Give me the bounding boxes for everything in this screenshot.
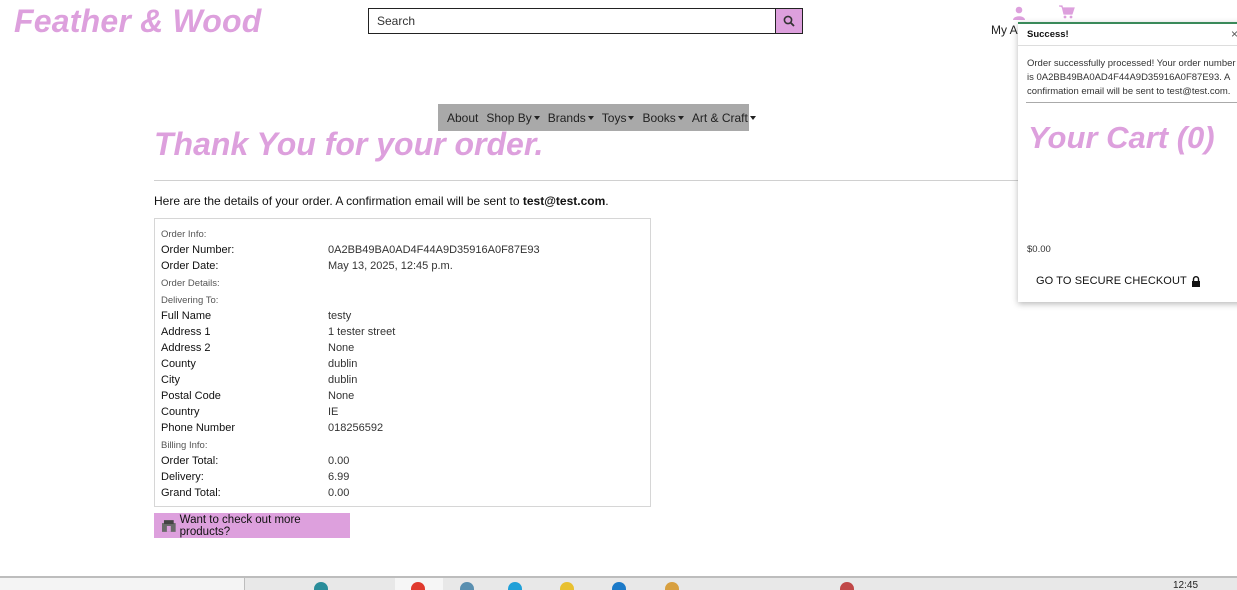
nav-item-brands[interactable]: Brands <box>544 111 598 125</box>
chevron-down-icon <box>587 115 594 120</box>
nav-label: About <box>447 110 479 125</box>
toast-message: Order successfully processed! Your order… <box>1027 58 1236 97</box>
toast-title: Success! <box>1027 29 1069 40</box>
row-label: Grand Total: <box>161 487 221 499</box>
row-value: dublin <box>328 374 358 386</box>
success-toast: Success! × Order successfully processed!… <box>1018 22 1237 302</box>
row-label: Order Total: <box>161 455 219 467</box>
nav-label: Toys <box>601 110 627 125</box>
order-number-value: 0A2BB49BA0AD4F44A9D35916A0F87E93 <box>328 244 540 256</box>
row-value: 0.00 <box>328 455 350 467</box>
row-label: County <box>161 358 196 370</box>
row-label: Address 1 <box>161 326 211 338</box>
row-value: IE <box>328 406 339 418</box>
chevron-down-icon <box>677 115 684 120</box>
nav-label: Art & Craft <box>691 110 748 125</box>
chevron-down-icon <box>533 115 540 120</box>
brand-logo[interactable]: Feather & Wood <box>14 3 262 40</box>
row-label: Order Date: <box>161 260 219 272</box>
app-icon[interactable] <box>612 582 626 590</box>
secure-checkout-button[interactable]: GO TO SECURE CHECKOUT <box>1036 275 1201 287</box>
intro-message: Here are the details of your order. A co… <box>154 194 523 208</box>
row-value: 018256592 <box>328 422 384 434</box>
search-bar <box>368 8 803 34</box>
chevron-down-icon <box>628 115 635 120</box>
nav-item-books[interactable]: Books <box>638 111 687 125</box>
order-details-table: Order Info: Order Number: 0A2BB49BA0AD4F… <box>154 218 651 507</box>
close-icon[interactable]: × <box>1231 27 1237 41</box>
cart-title: Your Cart (0) <box>1028 120 1215 155</box>
section-billing-info: Billing Info: <box>161 440 208 451</box>
os-taskbar: 12:45 <box>0 576 1237 590</box>
row-label: Country <box>161 406 200 418</box>
nav-item-toys[interactable]: Toys <box>598 111 639 125</box>
app-icon[interactable] <box>840 582 854 590</box>
search-button[interactable] <box>775 8 803 34</box>
nav-item-about[interactable]: About <box>443 111 482 125</box>
intro-email: test@test.com <box>522 194 606 208</box>
row-value: None <box>328 390 355 402</box>
row-value: 6.99 <box>328 471 350 483</box>
search-input[interactable] <box>368 8 775 34</box>
browser-icon[interactable] <box>411 582 425 590</box>
nav-label: Books <box>642 110 676 125</box>
chevron-down-icon <box>749 115 756 120</box>
app-icon[interactable] <box>460 582 474 590</box>
nav-label: Shop By <box>486 110 532 125</box>
row-label: Postal Code <box>161 390 221 402</box>
row-value: 0.00 <box>328 487 350 499</box>
divider <box>154 180 1020 181</box>
more-products-label: Want to check out more products? <box>179 513 301 538</box>
search-icon <box>783 15 795 27</box>
order-date-value: May 13, 2025, 12:45 p.m. <box>328 260 453 272</box>
app-icon[interactable] <box>314 582 328 590</box>
row-label: Order Number: <box>161 244 235 256</box>
divider <box>1026 102 1237 103</box>
section-delivering-to: Delivering To: <box>161 295 219 306</box>
nav-item-shop-by[interactable]: Shop By <box>482 111 543 125</box>
app-icon[interactable] <box>665 582 679 590</box>
shop-icon <box>162 519 176 532</box>
row-label: Address 2 <box>161 342 211 354</box>
more-products-button[interactable]: Want to check out more products? <box>154 513 350 538</box>
intro-end: . <box>605 194 609 208</box>
cart-total: $0.00 <box>1027 244 1051 255</box>
nav-label: Brands <box>547 110 586 125</box>
checkout-label: GO TO SECURE CHECKOUT <box>1036 275 1187 287</box>
taskbar-search-box[interactable] <box>0 578 245 590</box>
row-value: None <box>328 342 355 354</box>
row-value: dublin <box>328 358 358 370</box>
row-label: Phone Number <box>161 422 235 434</box>
page-title: Thank You for your order. <box>154 126 544 162</box>
cart-icon <box>1059 5 1075 19</box>
row-label: Delivery: <box>161 471 204 483</box>
user-icon <box>1013 6 1025 20</box>
row-value: 1 tester street <box>328 326 396 338</box>
section-order-info: Order Info: <box>161 229 207 240</box>
app-icon[interactable] <box>508 582 522 590</box>
nav-item-art-craft[interactable]: Art & Craft <box>688 111 760 125</box>
lock-icon <box>1191 275 1200 287</box>
toast-header: Success! × <box>1018 24 1237 46</box>
section-order-details: Order Details: <box>161 278 220 289</box>
row-value: testy <box>328 310 352 322</box>
taskbar-clock[interactable]: 12:45 <box>1173 580 1198 590</box>
intro-text: Here are the details of your order. A co… <box>154 194 609 208</box>
folder-icon[interactable] <box>560 582 574 590</box>
row-label: Full Name <box>161 310 212 322</box>
row-label: City <box>161 374 180 386</box>
